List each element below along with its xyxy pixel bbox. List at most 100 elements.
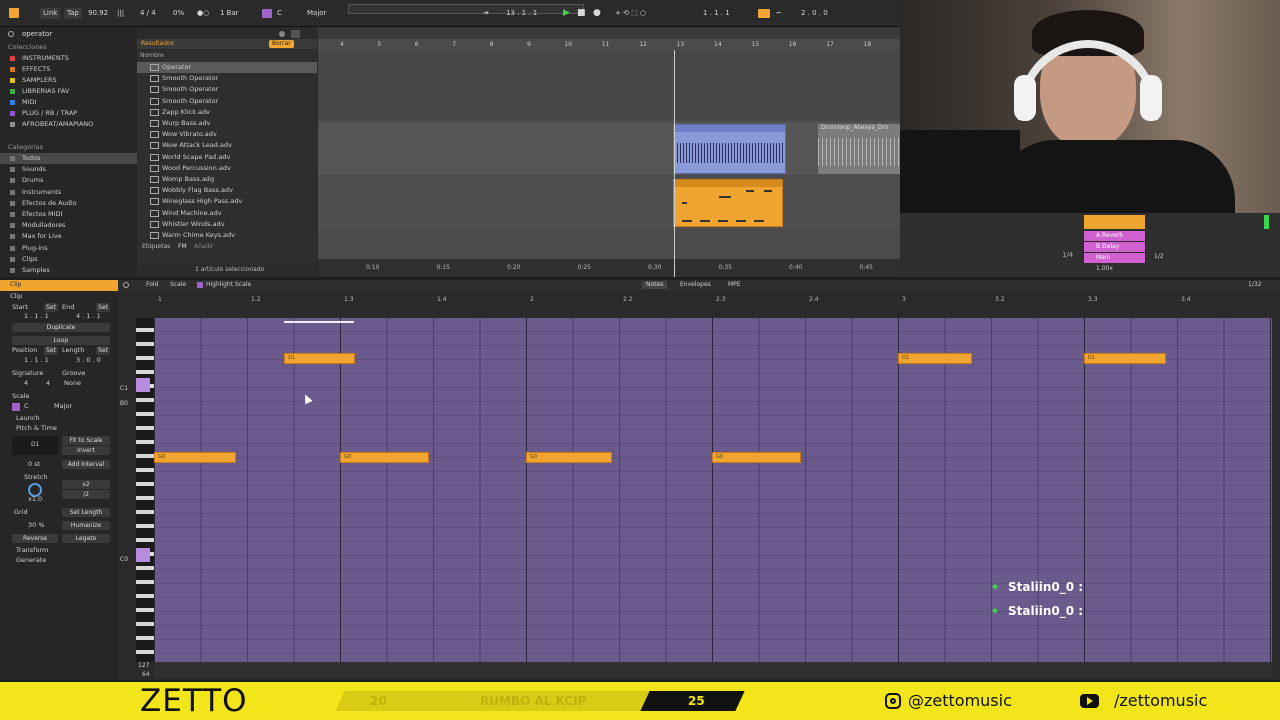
fold-button[interactable]: Fold (146, 281, 158, 289)
duplicate-button[interactable]: Duplicate (12, 323, 110, 332)
punch-icon[interactable]: ⌐ (773, 8, 785, 19)
play-button[interactable]: ▶ (560, 8, 573, 19)
groove-select[interactable]: None (64, 379, 81, 388)
category-item[interactable]: Efectos MIDI (0, 209, 137, 220)
metronome-icon[interactable]: ||| (114, 8, 127, 19)
set-length-button[interactable]: Set Length (62, 508, 110, 517)
link-button[interactable]: Link (40, 8, 61, 19)
category-item[interactable]: Instruments (0, 187, 137, 198)
filter-icon[interactable] (291, 30, 300, 38)
signature-denominator[interactable]: 4 (46, 379, 50, 388)
track-lane-1[interactable] (318, 50, 900, 120)
result-item[interactable]: Zapp Klick.adv (137, 107, 317, 118)
return-track[interactable]: A Reverb (1084, 231, 1145, 241)
search-icon[interactable] (123, 282, 129, 288)
length-field[interactable]: 3 . 0 . 0 (76, 356, 101, 365)
result-item[interactable]: World Scape Pad.adv (137, 152, 317, 163)
scale-icon[interactable] (12, 403, 20, 411)
category-item[interactable]: Drums (0, 175, 137, 186)
midi-note[interactable]: G0 (526, 452, 612, 463)
clip-section-header[interactable]: Clip (10, 292, 22, 301)
track-lane-3[interactable] (318, 177, 900, 229)
result-item[interactable]: Wurp Bass.adv (137, 118, 317, 129)
scale-mode-select[interactable]: Major (54, 402, 72, 411)
time-ruler[interactable] (318, 259, 900, 277)
collection-item[interactable]: SAMPLERS (0, 75, 137, 86)
main-zoom[interactable]: 1.00x (1096, 265, 1113, 273)
result-item[interactable]: Whistler Winds.adv (137, 219, 317, 230)
stop-button[interactable]: ■ (574, 8, 589, 19)
return-track[interactable]: B Delay (1084, 242, 1145, 252)
legato-button[interactable]: Legato (62, 534, 110, 543)
loop-toggle-icon[interactable] (758, 9, 770, 18)
midi-note[interactable]: G0 (340, 452, 430, 463)
collection-item[interactable]: MIDI (0, 97, 137, 108)
midi-note[interactable]: G0 (712, 452, 802, 463)
category-item[interactable]: Modulladores (0, 220, 137, 231)
follow-icon[interactable]: ↠ (480, 8, 492, 19)
transform-section[interactable]: Transform (16, 546, 48, 555)
result-item[interactable]: Womp Bass.adg (137, 174, 317, 185)
overview-strip[interactable] (348, 4, 584, 14)
result-item[interactable]: Smooth Operator (137, 73, 317, 84)
return-strip-orange[interactable] (1084, 215, 1145, 229)
pitch-time-section[interactable]: Pitch & Time (16, 424, 57, 433)
category-item[interactable]: Plug-ins (0, 243, 137, 254)
generate-section[interactable]: Generate (16, 556, 46, 565)
loop-start-field[interactable]: 1 . 1 . 1 (700, 8, 733, 19)
midi-note[interactable]: D1 (284, 353, 355, 364)
stretch-x2-button[interactable]: x2 (62, 480, 110, 489)
tempo-field[interactable]: 90.92 (85, 8, 111, 19)
fit-to-scale-button[interactable]: Fit to Scale (62, 436, 110, 445)
start-set-button[interactable]: Set (44, 303, 58, 312)
start-field[interactable]: 1 . 1 . 1 (24, 312, 49, 321)
end-set-button[interactable]: Set (96, 303, 110, 312)
tag-add[interactable]: Añadir (194, 243, 214, 251)
semitones-field[interactable]: 0 st (28, 460, 40, 469)
scale-key-select[interactable]: C (24, 402, 29, 411)
length-set-button[interactable]: Set (96, 346, 110, 355)
loop-button[interactable]: Loop (12, 336, 110, 345)
search-input[interactable]: operator (22, 30, 52, 39)
midi-note[interactable]: D1 (898, 353, 973, 364)
overdub-icons[interactable]: + ⟲ ⬚ ○ (612, 8, 649, 19)
midi-note[interactable]: D1 (1084, 353, 1166, 364)
signature-field[interactable]: 4 / 4 (137, 8, 159, 19)
velocity-lane[interactable] (154, 662, 1272, 678)
launch-section[interactable]: Launch (16, 414, 40, 423)
collection-item[interactable]: INSTRUMENTS (0, 53, 137, 64)
note-grid[interactable]: D1 D1 D1 G0 G0 G0 G0 (154, 318, 1272, 662)
invert-button[interactable]: Invert (62, 446, 110, 455)
position-field[interactable]: 1 . 1 . 1 (24, 356, 49, 365)
arrangement-position[interactable]: 13 . 1 . 1 (503, 8, 540, 19)
return-track[interactable]: Main (1084, 253, 1145, 263)
category-item[interactable]: Samples (0, 265, 137, 276)
arrangement-zoom-label[interactable]: 1/4 (1062, 251, 1073, 260)
result-item[interactable]: Wobbly Flag Bass.adv (137, 185, 317, 196)
quantize-select[interactable]: 1 Bar (217, 8, 242, 19)
name-column-header[interactable]: Nombre (140, 52, 164, 60)
drumloop-clip[interactable]: Drumloop_Always_Dro (818, 124, 900, 174)
tab-envelopes[interactable]: Envelopes (680, 281, 711, 289)
signature-numerator[interactable]: 4 (24, 379, 28, 388)
category-item[interactable]: Todos (0, 153, 137, 164)
tab-notes[interactable]: Notes (642, 281, 668, 289)
reverse-button[interactable]: Reverse (12, 534, 58, 543)
key-select[interactable]: C (274, 8, 285, 19)
record-button[interactable]: ● (590, 8, 604, 19)
tag-fm[interactable]: FM (178, 243, 187, 251)
humanize-button[interactable]: Humanize (62, 521, 110, 530)
result-item[interactable]: Smooth Operator (137, 96, 317, 107)
track-lane-2[interactable] (318, 122, 900, 175)
result-item[interactable]: Wind Machine.adv (137, 208, 317, 219)
clear-button[interactable]: Borrar (269, 40, 294, 48)
tab-mpe[interactable]: MPE (728, 281, 741, 289)
app-menu-icon[interactable] (9, 8, 19, 18)
midi-note[interactable]: G0 (154, 452, 236, 463)
stretch-half-button[interactable]: /2 (62, 490, 110, 499)
scale-select[interactable]: Major (304, 8, 329, 19)
loop-length-field[interactable]: 2 . 0 . 0 (798, 8, 831, 19)
collection-item[interactable]: AFROBEAT/AMAPIANO (0, 119, 137, 130)
humanize-amount[interactable]: 30 % (28, 521, 45, 530)
category-item[interactable]: Max for Live (0, 231, 137, 242)
